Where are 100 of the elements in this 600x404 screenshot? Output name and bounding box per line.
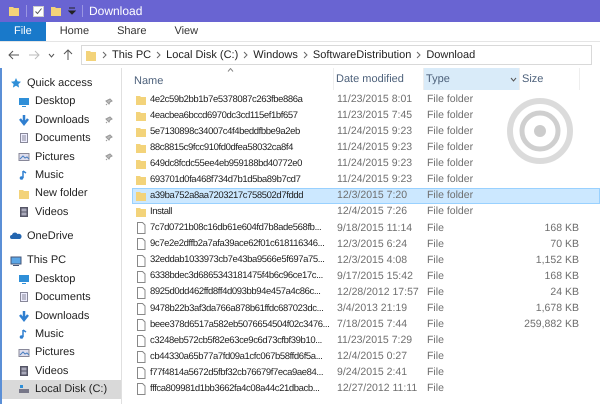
film-icon <box>18 206 30 218</box>
file-type: File <box>427 236 444 252</box>
chevron-down-icon[interactable] <box>48 52 55 58</box>
navigation-item[interactable]: Pictures <box>2 148 121 166</box>
file-type: File <box>427 252 444 268</box>
navigation-item[interactable]: OneDrive <box>2 227 121 246</box>
file-row[interactable]: 9478b22b3af3da766a878b61ffdc687023dc... 3/4/2013 21:19 File 1,678 KB <box>132 300 600 317</box>
modified-date: 11/23/2015 8:01 <box>337 92 412 108</box>
pin-icon <box>105 116 113 124</box>
file-type: File <box>427 316 444 332</box>
file-row[interactable]: 8925d0dd462ffd8ff4d093bb94e457a4c86c... 12/28/2012 17:57 File 24 KB <box>132 284 600 301</box>
modified-date: 12/4/2015 7:26 <box>337 204 408 220</box>
ribbon-tab[interactable]: File <box>0 22 46 41</box>
column-header[interactable]: Size <box>520 68 580 90</box>
file-icon <box>135 350 147 363</box>
file-name: 4e2c59b2bb1b7e5378087c263fbe886a <box>150 92 303 107</box>
dropdown-icon[interactable] <box>68 7 76 15</box>
desktop-icon <box>18 273 30 286</box>
file-row[interactable]: cb44330a65b77a7fd09a1cfc067b58ffd6f5a... 12/4/2015 0:27 File <box>132 348 600 365</box>
modified-date: 11/23/2015 7:29 <box>337 332 412 348</box>
file-row[interactable]: 693701d0fa468f734d7b1d5ba89b7cd7 11/24/2015 9:23 File folder <box>132 172 600 188</box>
ribbon-tab[interactable]: Home <box>46 22 104 41</box>
file-icon <box>135 366 147 379</box>
file-name: 693701d0fa468f734d7b1d5ba89b7cd7 <box>150 173 300 188</box>
navigation-item[interactable]: Videos <box>2 202 121 222</box>
file-row[interactable]: 4e2c59b2bb1b7e5378087c263fbe886a 11/23/2015 8:01 File folder <box>132 92 600 108</box>
folder-icon[interactable] <box>50 5 62 17</box>
document-icon <box>18 132 30 144</box>
file-name: 7c7d0721b08c16db61e604fd7b8ade568fb... <box>150 221 322 236</box>
file-row[interactable]: 9c7e2e2dffb2a7afa39ace62f01c618116346... 12/3/2015 6:24 File 70 KB <box>132 236 600 252</box>
file-row[interactable]: 7c7d0721b08c16db61e604fd7b8ade568fb... 9/18/2015 11:14 File 168 KB <box>132 220 600 236</box>
navigation-item[interactable]: Quick access <box>2 74 121 92</box>
back-arrow-icon[interactable] <box>8 50 20 60</box>
window-title: Download <box>89 3 142 20</box>
modified-date: 9/17/2015 15:42 <box>337 268 413 284</box>
file-row[interactable]: 5e7130898c34007c4f4beddfbbe9a2eb 11/24/2015 9:23 File folder <box>132 124 600 140</box>
file-type: File folder <box>427 92 474 108</box>
file-type: File folder <box>427 108 474 124</box>
folder-icon <box>135 126 147 138</box>
file-row[interactable]: 6338bdec3d6865343181475f4b6c96ce17c... 9/17/2015 15:42 File 168 KB <box>132 268 600 285</box>
file-type: File folder <box>427 188 474 204</box>
file-row[interactable]: f77f4814a5672d5fbf32cb76679f7eca9ae84... 9/24/2015 2:41 File <box>132 364 600 381</box>
file-row[interactable]: 4eacbea6bccd6970dc3cd115ef1bf657 11/23/2015 7:45 File folder <box>132 108 600 124</box>
modified-date: 7/18/2015 7:44 <box>337 316 408 332</box>
monitor-icon <box>10 254 22 267</box>
breadcrumb-item[interactable]: This PC <box>112 46 152 64</box>
up-arrow-icon[interactable] <box>63 49 73 61</box>
file-row[interactable]: c3248eb572cb5f82e63ce9c6d73cfbf39b10... 11/23/2015 7:29 File <box>132 332 600 349</box>
file-row[interactable]: fffca809981d1bb3662fa4c08a44c21dbacb... 12/27/2012 11:11 File <box>132 380 600 397</box>
navigation-item[interactable]: Music <box>2 166 121 184</box>
picture-icon <box>18 346 30 359</box>
file-row[interactable]: a39ba752a8aa7203217c758502d7fddd 12/3/2015 7:20 File folder <box>132 188 600 204</box>
ribbon-tab[interactable]: Share <box>103 22 160 41</box>
ribbon-tab[interactable]: View <box>160 22 212 41</box>
navigation-item[interactable]: Pictures <box>2 343 121 362</box>
checkbox-icon[interactable] <box>33 6 44 16</box>
navigation-item[interactable]: Music <box>2 325 121 344</box>
folder-icon <box>135 142 147 154</box>
file-type: File <box>427 381 444 396</box>
navigation-item[interactable]: Downloads <box>2 110 121 130</box>
address-bar[interactable]: This PC Local Disk (C:) Windows SoftwareDistribution Download <box>81 45 592 65</box>
picture-icon <box>18 150 30 163</box>
file-icon <box>135 270 147 283</box>
file-type: File <box>427 364 444 380</box>
navigation-item[interactable]: Documents <box>2 288 121 307</box>
breadcrumb-item[interactable]: Local Disk (C:) <box>166 46 238 64</box>
file-name: c3248eb572cb5f82e63ce9c6d73cfbf39b10... <box>150 334 322 348</box>
file-icon <box>135 286 147 299</box>
breadcrumb-item[interactable]: SoftwareDistribution <box>312 46 412 64</box>
breadcrumb-item[interactable]: Windows <box>253 46 298 64</box>
file-row[interactable]: 88c8815c9fcc910fd0dfea58032ca8f4 11/24/2015 9:23 File folder <box>132 140 600 156</box>
file-name: 6338bdec3d6865343181475f4b6c96ce17c... <box>150 269 323 284</box>
column-header[interactable]: Name <box>132 68 334 90</box>
file-size: 259,882 KB <box>524 316 579 332</box>
file-row[interactable]: 649dc8fcdc55ee4eb959188bd40772e0 11/24/2015 9:23 File folder <box>132 156 600 172</box>
file-size: 70 KB <box>550 236 579 252</box>
file-name: fffca809981d1bb3662fa4c08a44c21dbacb... <box>150 382 320 396</box>
folder-icon <box>135 94 147 106</box>
chevron-right-icon <box>156 51 162 59</box>
file-row[interactable]: Install 12/4/2015 7:26 File folder <box>132 204 600 220</box>
file-row[interactable]: 32eddab1033973cb7e43ba9566e5f697a75... 12/3/2015 4:08 File 1,152 KB <box>132 252 600 269</box>
folder-icon <box>18 188 30 200</box>
navigation-item[interactable]: New folder <box>2 184 121 203</box>
file-row[interactable]: beee378d6517a582eb5076654504f02c3476... 7/18/2015 7:44 File 259,882 KB <box>132 316 600 333</box>
modified-date: 9/18/2015 11:14 <box>337 220 412 236</box>
chevron-down-icon <box>510 76 517 82</box>
navigation-item[interactable]: Downloads <box>2 306 121 326</box>
navigation-item[interactable]: Local Disk (C:) <box>2 380 121 399</box>
navigation-item[interactable]: Documents <box>2 129 121 148</box>
navigation-item[interactable]: Desktop <box>2 270 121 288</box>
navigation-item[interactable]: Desktop <box>2 92 121 111</box>
breadcrumb-item[interactable]: Download <box>426 46 476 64</box>
navigation-item[interactable]: Videos <box>2 362 121 380</box>
file-type: File <box>427 332 444 348</box>
chevron-right-icon <box>302 51 308 59</box>
navigation-item[interactable]: This PC <box>2 252 121 270</box>
folder-icon[interactable] <box>8 5 20 17</box>
file-type: File <box>427 348 444 364</box>
column-header[interactable]: Type <box>424 68 520 90</box>
file-icon <box>135 318 147 331</box>
